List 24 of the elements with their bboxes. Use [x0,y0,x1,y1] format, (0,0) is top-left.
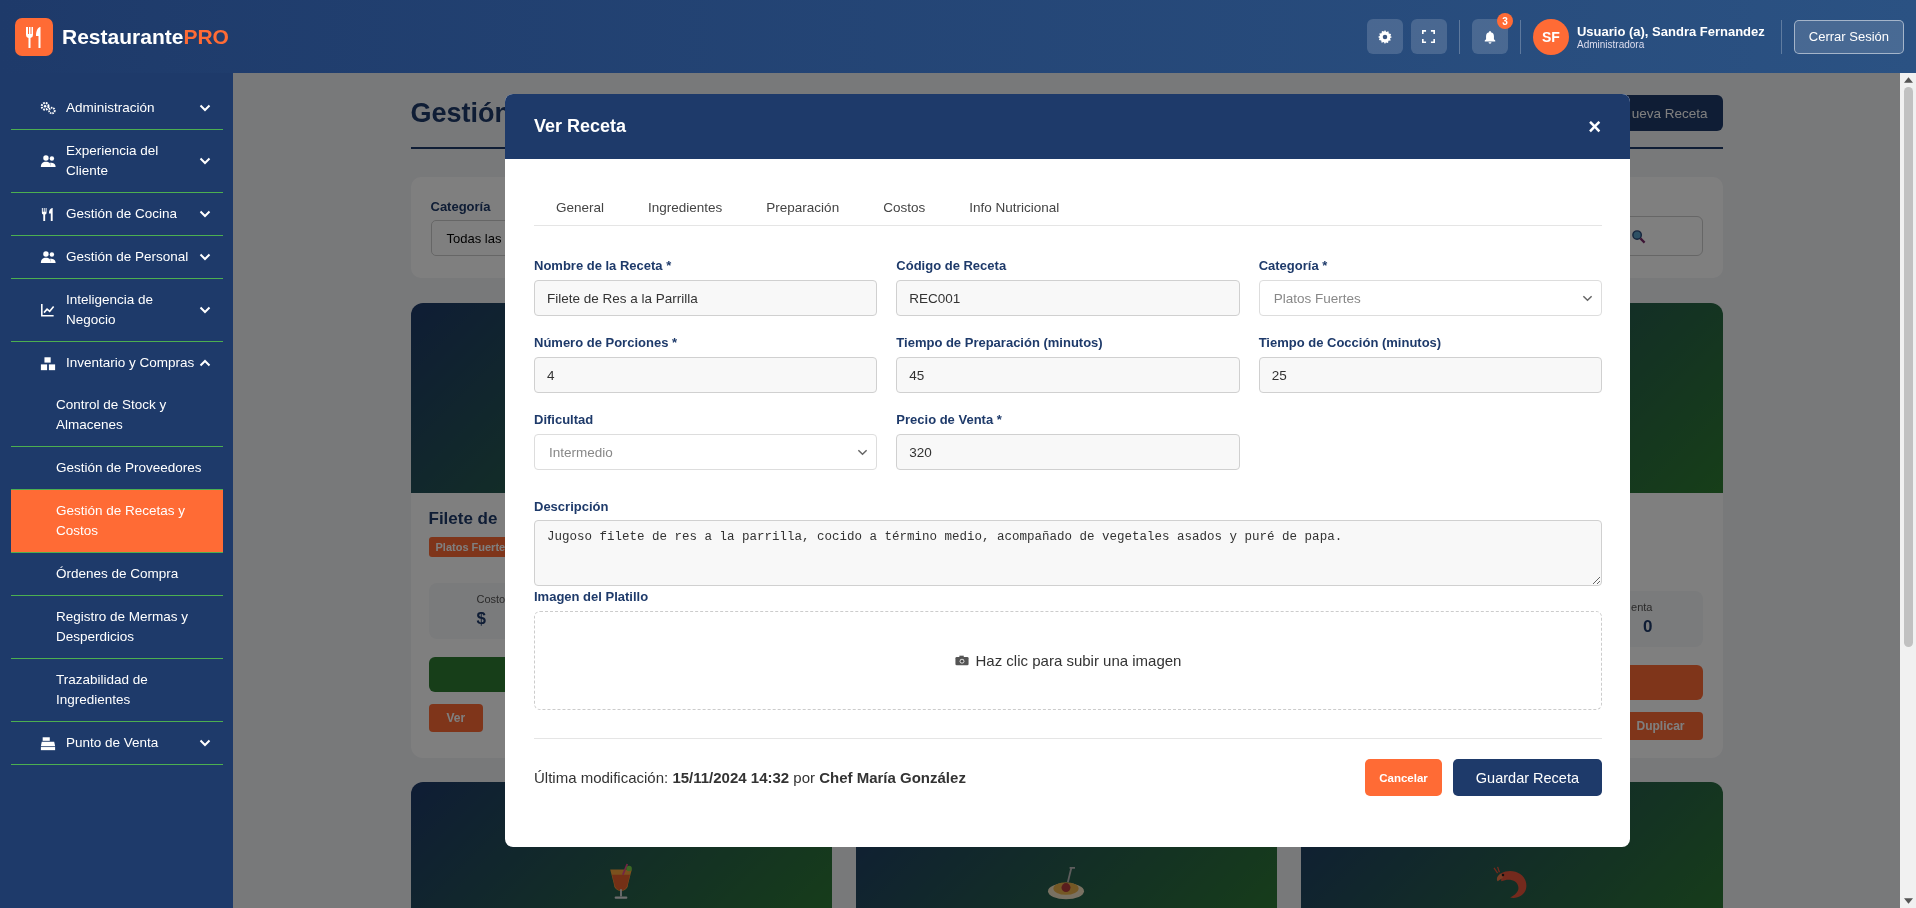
stat-value: $ [476,609,486,629]
field-label: Tiempo de Cocción (minutos) [1258,335,1443,350]
field-label: Tiempo de Preparación (minutos) [896,335,1104,350]
field-label: Imagen del Platillo [534,589,650,604]
dialog-title: Ver Receta [534,116,627,137]
brand-name: RestaurantePRO [62,24,229,49]
user-role: Administradora [1576,38,1645,50]
upload-prompt: Haz clic para subir una imagen [975,652,1182,669]
field-label: Nombre de la Receta * [534,258,673,273]
recipe-title: Filete de [428,509,498,529]
stat-value: 0 [1643,617,1653,637]
filter-label: Categoría [430,199,491,214]
user-avatar: SF [1532,18,1569,55]
notification-badge: 3 [1496,13,1513,29]
stat-label: Costo [476,593,506,605]
stat-label: enta [1631,601,1653,613]
field-label: Categoría * [1258,258,1329,273]
field-label: Número de Porciones * [534,335,679,350]
field-label: Precio de Venta * [896,412,1003,427]
field-label: Código de Receta [896,258,1008,273]
field-label: Dificultad [534,412,595,427]
last-modified-note: Última modificación: 15/11/2024 14:32 por Chef María González [534,769,966,786]
field-label: Descripción [534,499,610,514]
user-name: Usuario (a), Sandra Fernandez [1576,23,1765,39]
